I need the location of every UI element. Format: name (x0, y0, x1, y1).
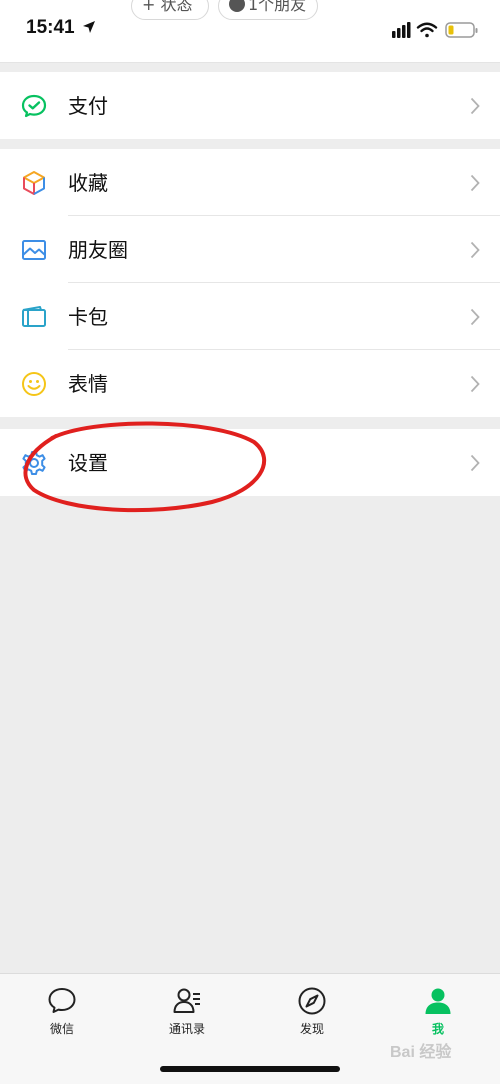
home-indicator[interactable] (160, 1066, 340, 1072)
menu-item-stickers[interactable]: 表情 (0, 350, 500, 417)
wallet-icon (22, 306, 46, 327)
person-icon (425, 988, 451, 1014)
chat-bubble-icon (48, 988, 76, 1013)
tab-me-label: 我 (431, 1022, 444, 1036)
contacts-icon (173, 988, 200, 1013)
compass-icon (298, 987, 326, 1015)
chevron-right-icon (470, 241, 480, 259)
avatar (229, 0, 245, 12)
group-pay: 支付 (0, 72, 500, 139)
chevron-right-icon (470, 97, 480, 115)
wechat-pay-icon (21, 94, 47, 118)
clock: 15:41 (26, 17, 75, 38)
menu-item-pay-label: 支付 (68, 94, 108, 118)
friends-pill[interactable]: 1个朋友 (218, 0, 318, 20)
menu-item-moments-label: 朋友圈 (68, 238, 128, 262)
status-pill[interactable]: + 状态 (131, 0, 209, 20)
tab-discover[interactable]: 发现 (262, 986, 362, 1037)
cube-icon (23, 171, 45, 195)
chevron-right-icon (470, 454, 480, 472)
menu-item-pay[interactable]: 支付 (0, 72, 500, 139)
menu-item-moments[interactable]: 朋友圈 (0, 216, 500, 283)
battery-icon (445, 22, 478, 38)
menu-item-favorites[interactable]: 收藏 (0, 149, 500, 216)
tab-chats[interactable]: 微信 (12, 986, 112, 1037)
menu-item-stickers-label: 表情 (68, 372, 108, 396)
annotation-ellipse (23, 421, 267, 513)
status-icons (392, 22, 478, 38)
location-arrow-icon (83, 21, 95, 33)
tab-discover-label: 发现 (299, 1022, 324, 1036)
tab-contacts-label: 通讯录 (168, 1022, 205, 1036)
menu-item-cards[interactable]: 卡包 (0, 283, 500, 350)
wifi-icon (416, 22, 438, 38)
group-main: 收藏 朋友圈 卡包 表情 (0, 149, 500, 417)
status-bar: 15:41 + 状态 1个朋友 (0, 0, 500, 63)
chevron-right-icon (470, 174, 480, 192)
chevron-right-icon (470, 308, 480, 326)
image-icon (22, 240, 46, 260)
menu-item-cards-label: 卡包 (68, 305, 108, 329)
smiley-icon (22, 372, 46, 396)
chevron-right-icon (470, 375, 480, 393)
status-pill-label: + 状态 (142, 0, 193, 14)
friends-pill-label: 1个朋友 (248, 0, 307, 14)
tab-contacts[interactable]: 通讯录 (137, 986, 237, 1037)
watermark: Bai 经验 (390, 1044, 452, 1061)
tab-chats-label: 微信 (49, 1022, 74, 1036)
menu-item-favorites-label: 收藏 (68, 171, 108, 195)
tab-me[interactable]: 我 (388, 986, 488, 1037)
signal-icon (392, 22, 411, 38)
